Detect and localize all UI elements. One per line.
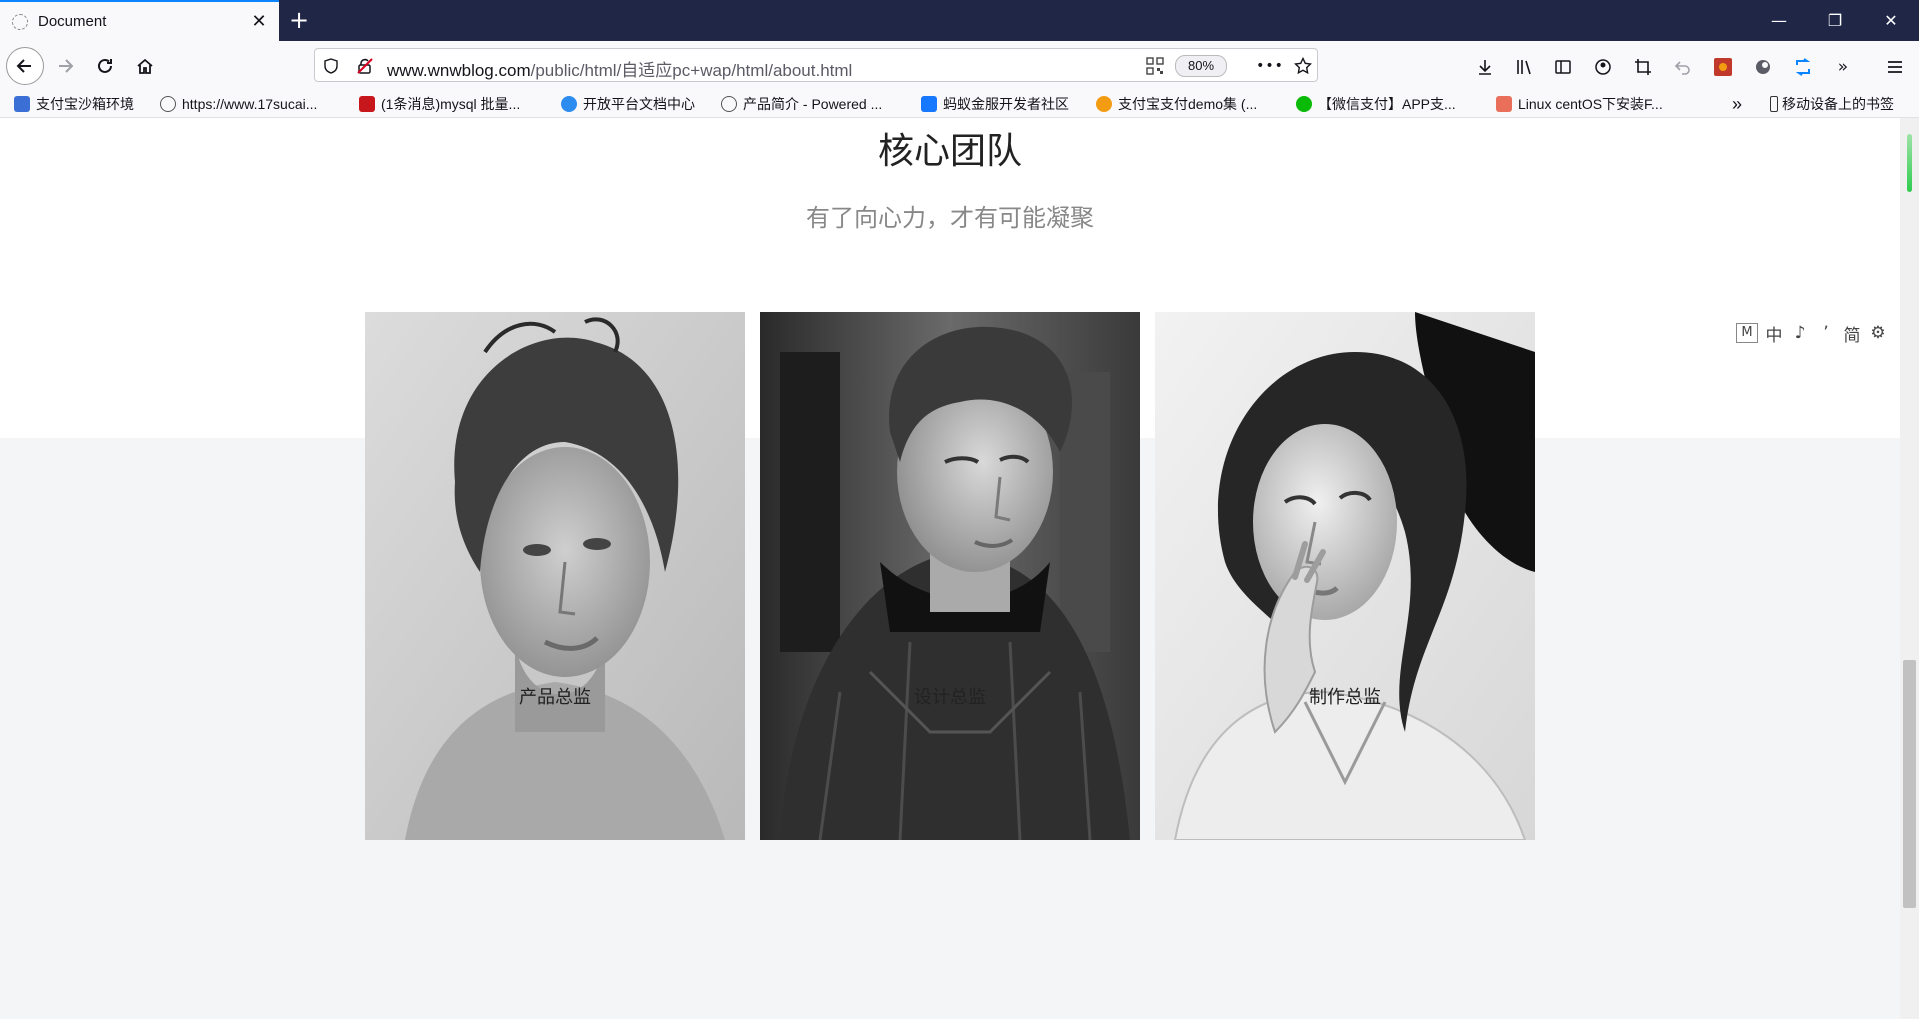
team-member-card[interactable]: [365, 312, 745, 840]
sidebar-icon[interactable]: [1551, 55, 1575, 79]
restore-button[interactable]: ❐: [1807, 0, 1863, 41]
bookmark-item[interactable]: Linux centOS下安装F...: [1496, 94, 1663, 114]
new-tab-button[interactable]: +: [286, 8, 312, 34]
minimize-button[interactable]: —: [1751, 0, 1807, 41]
bookmark-star-icon[interactable]: [1293, 56, 1313, 76]
team-member-card[interactable]: [760, 312, 1140, 840]
undo-icon[interactable]: [1671, 55, 1695, 79]
bookmark-item[interactable]: 支付宝支付demo集 (...: [1096, 94, 1257, 114]
tab-document[interactable]: Document ✕: [0, 0, 279, 41]
back-arrow-icon: [16, 59, 31, 73]
translate-toolbar: M 中 ♪ ʼ 简 ⚙ ⇡: [1736, 320, 1900, 346]
bookmark-item[interactable]: 开放平台文档中心: [561, 94, 695, 114]
extension-circle-icon[interactable]: [1751, 55, 1775, 79]
forward-button[interactable]: [48, 49, 82, 83]
section-title: 核心团队: [877, 131, 1022, 172]
section-subtitle: 有了向心力，才有可能凝聚: [806, 204, 1094, 232]
bookmark-label: 开放平台文档中心: [583, 96, 695, 112]
settings-gear-icon[interactable]: ⚙: [1868, 323, 1888, 343]
shield-icon[interactable]: [321, 56, 341, 76]
tab-title: Document: [38, 13, 107, 30]
chinese-input-icon[interactable]: 中: [1764, 321, 1784, 346]
portrait-woman-hand-at-lips: [1155, 312, 1535, 840]
cat-icon: [1096, 96, 1112, 112]
moon-icon[interactable]: ♪: [1790, 323, 1810, 343]
tab-close-icon[interactable]: ✕: [247, 10, 271, 34]
tab-loading-icon: [12, 13, 28, 30]
bookmark-item[interactable]: 支付宝沙箱环境: [14, 94, 134, 114]
scrollbar-thumb[interactable]: [1903, 660, 1916, 908]
bookmark-label: 蚂蚁金服开发者社区: [943, 96, 1069, 112]
extension-orange-icon[interactable]: [1711, 55, 1735, 79]
bookmarks-toolbar: 支付宝沙箱环境 https://www.17sucai... (1条消息)mys…: [0, 90, 1919, 118]
url-text[interactable]: www.wnwblog.com/public/html/自适应pc+wap/ht…: [387, 56, 852, 81]
bookmarks-overflow-button[interactable]: »: [1732, 94, 1742, 114]
reload-icon: [98, 58, 112, 73]
bookmark-item[interactable]: 产品简介 - Powered ...: [721, 94, 882, 114]
screenshot-crop-icon[interactable]: [1631, 55, 1655, 79]
wechat-icon: [1296, 96, 1312, 112]
globe-icon: [160, 96, 176, 112]
title-bar: Document ✕ + — ❐ ✕: [0, 0, 1919, 41]
team-role-label: 制作总监: [1309, 687, 1381, 708]
simplified-chinese-icon[interactable]: 简: [1842, 321, 1862, 346]
close-window-button[interactable]: ✕: [1863, 0, 1919, 41]
scroll-indicator-green: [1907, 134, 1912, 192]
punctuation-icon[interactable]: ʼ: [1816, 323, 1836, 343]
mobile-bookmarks-label: 移动设备上的书签: [1782, 96, 1894, 112]
bookmark-label: 支付宝沙箱环境: [36, 96, 134, 112]
reload-button[interactable]: [88, 49, 122, 83]
home-icon: [137, 58, 153, 74]
bookmark-label: (1条消息)mysql 批量...: [381, 96, 521, 112]
bookmark-item[interactable]: (1条消息)mysql 批量...: [359, 94, 520, 114]
bookmark-label: Linux centOS下安装F...: [1518, 96, 1663, 112]
insecure-lock-icon[interactable]: [355, 56, 375, 76]
alipay-sandbox-icon: [14, 96, 30, 112]
bookmark-label: 【微信支付】APP支...: [1318, 96, 1456, 112]
bookmark-label: 产品简介 - Powered ...: [743, 96, 883, 112]
phone-icon: [1770, 96, 1778, 112]
url-path: /public/html/自适应pc+wap/html/about.html: [530, 61, 853, 80]
page-scrollbar[interactable]: [1900, 118, 1919, 1019]
downloads-icon[interactable]: [1473, 55, 1497, 79]
bookmark-item[interactable]: 蚂蚁金服开发者社区: [921, 94, 1069, 114]
mobile-bookmarks-folder[interactable]: 移动设备上的书签: [1770, 94, 1894, 114]
url-host: www.wnwblog.com: [387, 61, 531, 80]
overflow-menu-icon[interactable]: »: [1831, 55, 1855, 79]
account-icon[interactable]: [1591, 55, 1615, 79]
csdn-icon: [359, 96, 375, 112]
forward-arrow-icon: [59, 59, 74, 73]
team-role-label: 设计总监: [914, 687, 986, 708]
address-bar[interactable]: www.wnwblog.com/public/html/自适应pc+wap/ht…: [314, 48, 1318, 82]
translate-mode-icon[interactable]: M: [1736, 323, 1758, 343]
team-member-card[interactable]: [1155, 312, 1535, 840]
team-role-label: 产品总监: [519, 687, 591, 708]
antfin-icon: [921, 96, 937, 112]
qr-code-icon[interactable]: [1145, 56, 1165, 76]
sync-extension-icon[interactable]: [1791, 55, 1815, 79]
home-button[interactable]: [128, 49, 162, 83]
jianshu-icon: [1496, 96, 1512, 112]
bookmark-label: 支付宝支付demo集 (...: [1118, 96, 1258, 112]
hamburger-menu-icon[interactable]: [1883, 55, 1907, 79]
portrait-man-jacket: [760, 312, 1140, 840]
page-actions-menu-icon[interactable]: •••: [1255, 56, 1285, 76]
portrait-woman-hair-up: [365, 312, 745, 840]
zoom-level-badge[interactable]: 80%: [1175, 55, 1227, 77]
globe-icon: [721, 96, 737, 112]
doc-center-icon: [561, 96, 577, 112]
page-content: 核心团队 有了向心力，才有可能凝聚 产品总监 设计总监 制作总监 M 中 ♪ ʼ…: [0, 118, 1900, 1019]
bookmark-item[interactable]: 【微信支付】APP支...: [1296, 94, 1456, 114]
bookmark-item[interactable]: https://www.17sucai...: [160, 94, 317, 114]
library-icon[interactable]: [1512, 55, 1536, 79]
back-button[interactable]: [6, 47, 44, 85]
bookmark-label: https://www.17sucai...: [182, 96, 318, 112]
